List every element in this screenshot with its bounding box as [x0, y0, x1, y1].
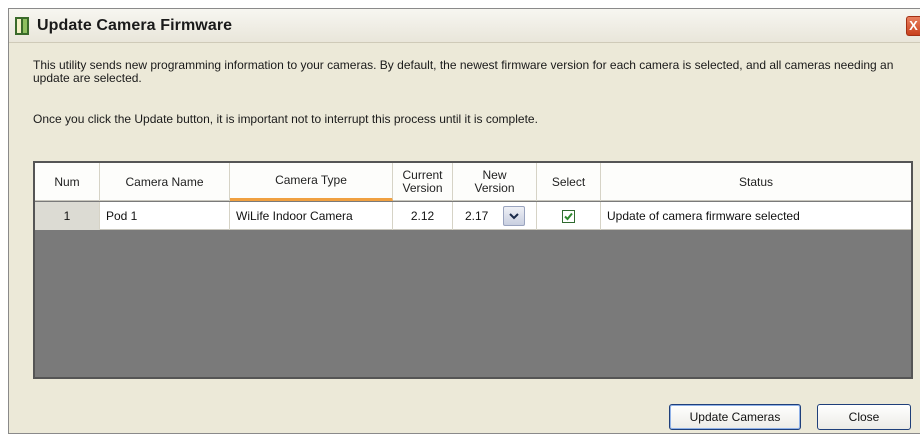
column-header-camera-name[interactable]: Camera Name: [100, 163, 230, 201]
row-camera-name: Pod 1: [100, 202, 230, 230]
row-status: Update of camera firmware selected: [607, 209, 800, 223]
column-header-num[interactable]: Num: [35, 163, 100, 201]
new-version-dropdown-button[interactable]: [503, 206, 525, 226]
window-title: Update Camera Firmware: [37, 17, 233, 34]
row-camera-type: WiLife Indoor Camera: [230, 202, 393, 230]
title-bar[interactable]: Update Camera Firmware X: [9, 9, 920, 43]
new-version-value: 2.17: [465, 209, 489, 223]
checkmark-icon: [564, 212, 573, 220]
camera-grid: Num Camera Name Camera Type Current Versi…: [33, 161, 913, 379]
column-header-camera-type[interactable]: Camera Type: [230, 163, 393, 201]
column-header-select[interactable]: Select: [537, 163, 601, 201]
row-select-cell: [537, 202, 601, 230]
close-button[interactable]: Close: [817, 404, 911, 430]
column-header-status[interactable]: Status: [601, 163, 911, 201]
select-checkbox[interactable]: [562, 209, 575, 223]
row-num: 1: [35, 202, 100, 230]
close-icon[interactable]: X: [906, 16, 920, 36]
grid-header: Num Camera Name Camera Type Current Versi…: [35, 163, 911, 201]
warning-text: Once you click the Update button, it is …: [33, 112, 538, 126]
column-header-current-version[interactable]: Current Version: [393, 163, 453, 201]
chevron-down-icon: [509, 212, 519, 219]
column-header-new-version[interactable]: New Version: [453, 163, 537, 201]
update-firmware-dialog: Update Camera Firmware X This utility se…: [8, 8, 920, 434]
update-cameras-button[interactable]: Update Cameras: [669, 404, 801, 430]
row-current-version: 2.12: [393, 202, 453, 230]
camera-firmware-icon: [15, 17, 29, 35]
description-text: This utility sends new programming infor…: [33, 58, 894, 85]
table-row[interactable]: 1 Pod 1 WiLife Indoor Camera 2.12 2.17 U…: [35, 202, 911, 230]
new-version-select[interactable]: 2.17: [453, 202, 537, 230]
